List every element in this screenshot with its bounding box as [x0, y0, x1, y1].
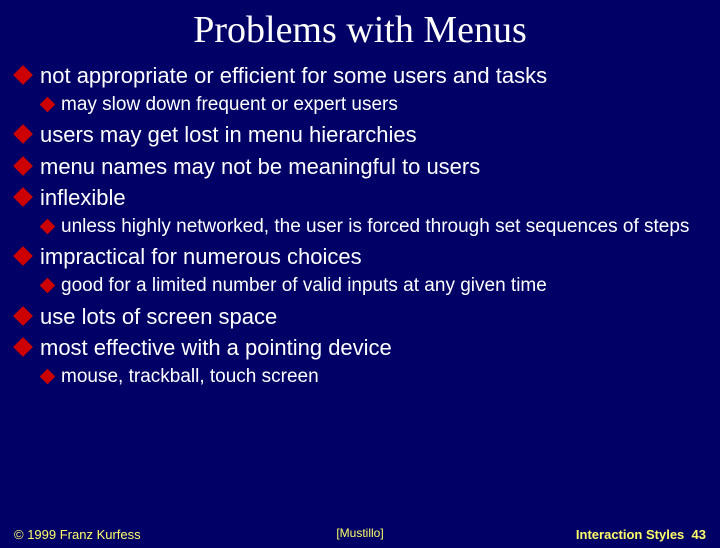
diamond-icon [13, 65, 33, 85]
sub-bullet-item: may slow down frequent or expert users [42, 93, 704, 118]
bullet-item: most effective with a pointing device [16, 334, 704, 362]
bullet-text: good for a limited number of valid input… [61, 274, 547, 299]
sub-bullet-item: mouse, trackball, touch screen [42, 365, 704, 390]
bullet-text: impractical for numerous choices [40, 243, 362, 271]
diamond-icon [13, 246, 33, 266]
sub-bullet-item: unless highly networked, the user is for… [42, 215, 704, 240]
slide-body: not appropriate or efficient for some us… [0, 62, 720, 389]
bullet-text: inflexible [40, 184, 126, 212]
bullet-text: may slow down frequent or expert users [61, 93, 398, 118]
sub-bullet-item: good for a limited number of valid input… [42, 274, 704, 299]
bullet-text: users may get lost in menu hierarchies [40, 121, 417, 149]
bullet-item: not appropriate or efficient for some us… [16, 62, 704, 90]
diamond-icon [13, 306, 33, 326]
citation-text: [Mustillo] [336, 526, 383, 540]
diamond-icon [40, 218, 56, 234]
bullet-item: inflexible [16, 184, 704, 212]
diamond-icon [40, 368, 56, 384]
diamond-icon [40, 96, 56, 112]
bullet-item: users may get lost in menu hierarchies [16, 121, 704, 149]
bullet-text: unless highly networked, the user is for… [61, 215, 689, 240]
slide-title: Problems with Menus [0, 8, 720, 52]
diamond-icon [13, 337, 33, 357]
bullet-item: impractical for numerous choices [16, 243, 704, 271]
diamond-icon [13, 156, 33, 176]
diamond-icon [13, 187, 33, 207]
bullet-text: not appropriate or efficient for some us… [40, 62, 547, 90]
bullet-item: menu names may not be meaningful to user… [16, 153, 704, 181]
diamond-icon [13, 124, 33, 144]
bullet-text: menu names may not be meaningful to user… [40, 153, 480, 181]
bullet-text: mouse, trackball, touch screen [61, 365, 319, 390]
diamond-icon [40, 278, 56, 294]
bullet-text: most effective with a pointing device [40, 334, 392, 362]
bullet-text: use lots of screen space [40, 303, 277, 331]
bullet-item: use lots of screen space [16, 303, 704, 331]
